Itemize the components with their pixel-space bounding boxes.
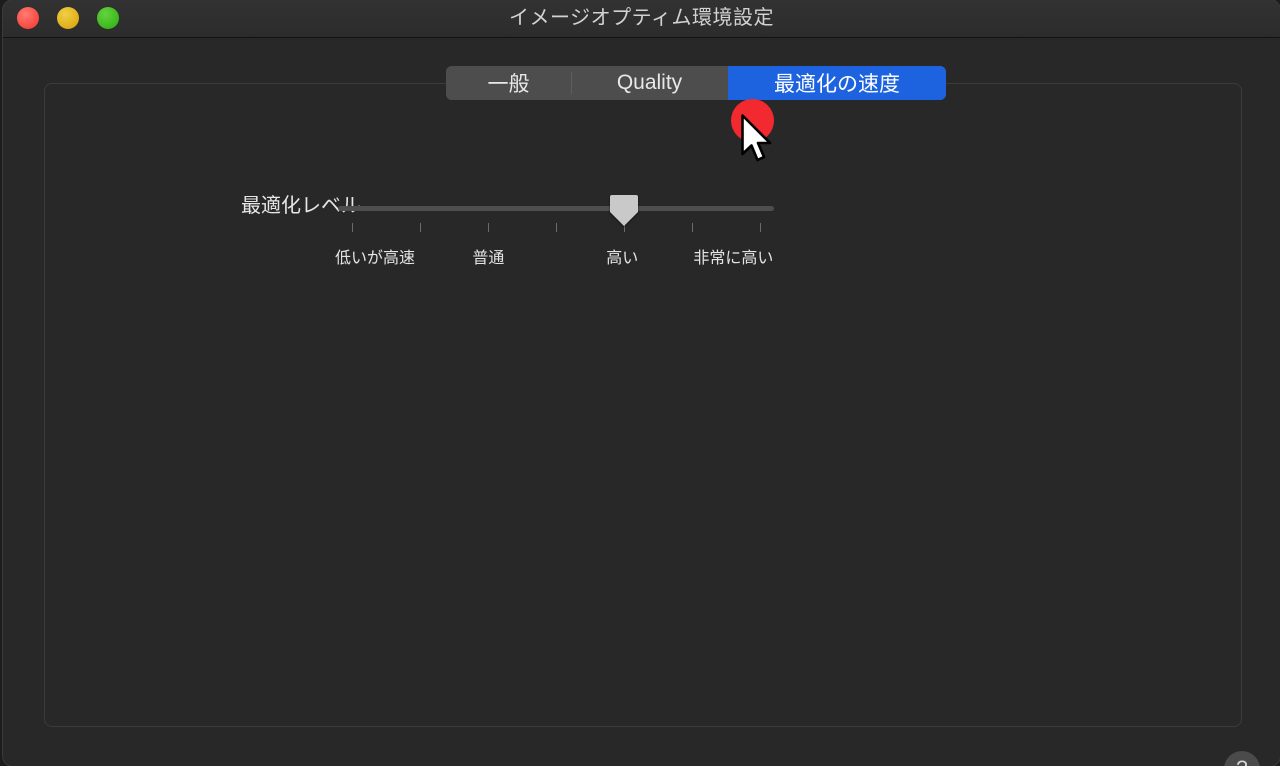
slider-tick [556, 223, 557, 232]
slider-tick [692, 223, 693, 232]
slider-tick-marks [338, 223, 774, 233]
slider-tick [488, 223, 489, 232]
preferences-tab-bar: 一般 Quality 最適化の速度 [446, 66, 946, 100]
help-button[interactable]: ? [1224, 751, 1260, 766]
slider-tick [352, 223, 353, 232]
tab-optimization-speed[interactable]: 最適化の速度 [728, 66, 946, 100]
slider-track[interactable] [338, 206, 774, 211]
preferences-window: イメージオプティム環境設定 一般 Quality 最適化の速度 最適化レベル 低… [3, 0, 1280, 766]
slider-tick-label: 非常に高い [693, 250, 774, 267]
tab-general[interactable]: 一般 [446, 66, 571, 100]
slider-tick-label: 低いが高速 [335, 250, 416, 267]
tab-quality[interactable]: Quality [571, 66, 728, 100]
preferences-content-panel: 最適化レベル 低いが高速 普通 高い 非常に高い ? [44, 83, 1260, 766]
slider-tick [420, 223, 421, 232]
window-title: イメージオプティム環境設定 [509, 7, 774, 29]
slider-tick-label: 高い [606, 250, 639, 267]
optimization-level-slider[interactable]: 低いが高速 普通 高い 非常に高い [335, 193, 774, 296]
window-titlebar: イメージオプティム環境設定 [3, 0, 1280, 38]
slider-tick [760, 223, 761, 232]
slider-tick-label: 普通 [472, 250, 505, 267]
optimization-level-label: 最適化レベル [241, 195, 361, 217]
slider-thumb[interactable] [609, 193, 639, 227]
